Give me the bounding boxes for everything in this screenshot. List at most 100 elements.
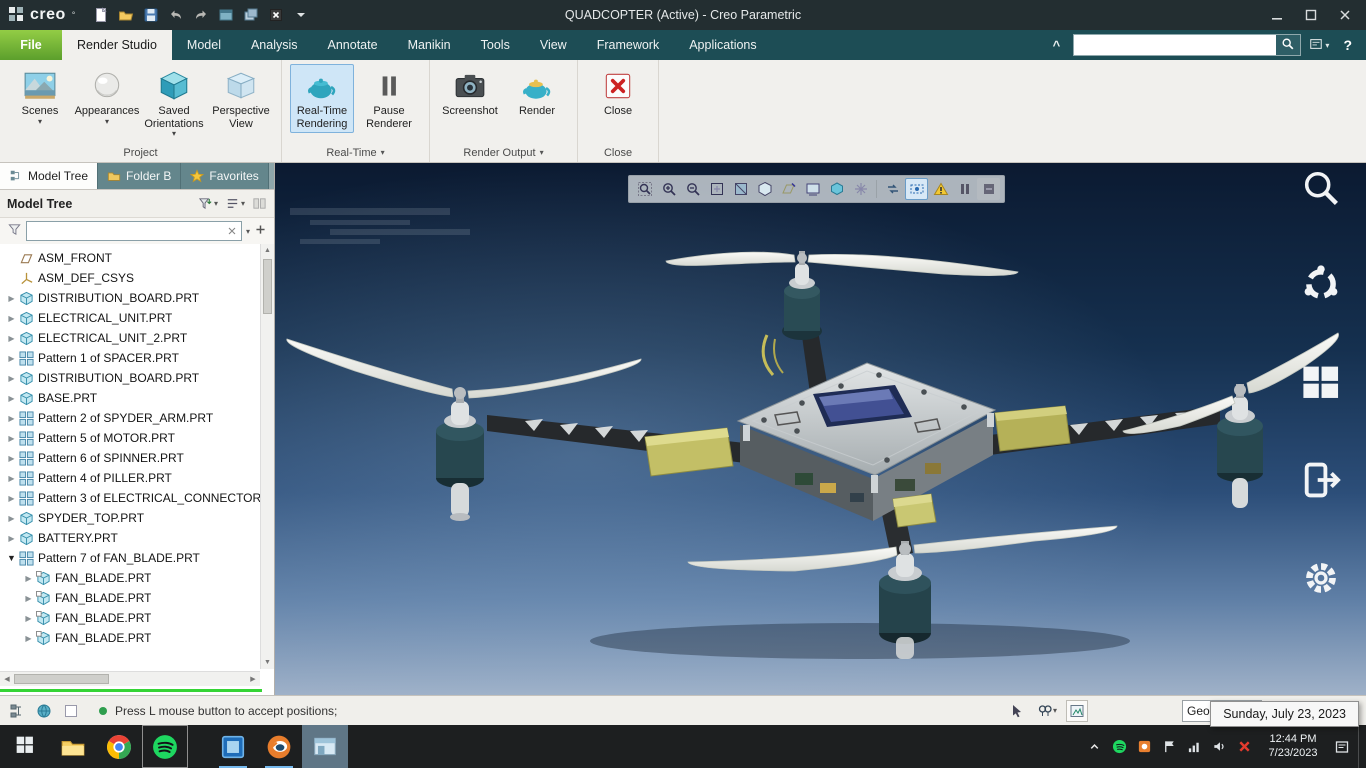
alert-tray[interactable]	[1235, 738, 1253, 756]
tree-item[interactable]: ▼Pattern 7 of FAN_BLADE.PRT	[0, 548, 260, 568]
pause-renderer-button[interactable]: Pause Renderer	[357, 64, 421, 133]
tree-expand-arrow[interactable]: ▶	[4, 394, 19, 403]
hidden-icons-button[interactable]	[1085, 738, 1103, 756]
tree-expand-arrow[interactable]: ▶	[4, 354, 19, 363]
clear-search-icon[interactable]	[226, 225, 241, 237]
select-mode-button[interactable]	[1006, 700, 1028, 722]
preview-window-button[interactable]	[1066, 700, 1088, 722]
blank-toggle[interactable]	[60, 700, 82, 722]
browser-toggle[interactable]	[33, 700, 55, 722]
scroll-left-arrow[interactable]: ◀	[0, 675, 14, 683]
tree-item[interactable]: ▶ELECTRICAL_UNIT_2.PRT	[0, 328, 260, 348]
vertical-scroll-thumb[interactable]	[263, 259, 272, 314]
save-button[interactable]	[141, 5, 161, 25]
tab-tools[interactable]: Tools	[466, 30, 525, 60]
tree-item[interactable]: ASM_FRONT	[0, 248, 260, 268]
render-canvas[interactable]	[275, 163, 1366, 695]
collapse-ribbon-button[interactable]: ^	[1047, 38, 1065, 53]
tree-filter-button[interactable]: ▾	[198, 196, 218, 211]
tree-expand-arrow[interactable]: ▶	[21, 614, 36, 623]
tab-model[interactable]: Model	[172, 30, 236, 60]
zoom-in-button[interactable]	[657, 178, 680, 200]
network-tray[interactable]	[1185, 738, 1203, 756]
show-desktop-strip[interactable]	[1358, 725, 1364, 768]
tree-item[interactable]: ▶ELECTRICAL_UNIT.PRT	[0, 308, 260, 328]
tree-settings-button[interactable]: ▾	[225, 196, 245, 211]
stop-button[interactable]	[977, 178, 1000, 200]
signout-shortcut[interactable]	[1298, 457, 1344, 503]
tree-expand-arrow[interactable]: ▶	[4, 314, 19, 323]
graphics-area[interactable]	[275, 163, 1366, 695]
zoom-region-button[interactable]	[633, 178, 656, 200]
app-grid-icon[interactable]	[8, 6, 24, 25]
render-region-button[interactable]	[905, 178, 928, 200]
tree-item[interactable]: ASM_DEF_CSYS	[0, 268, 260, 288]
saved-view-button[interactable]	[801, 178, 824, 200]
file-explorer-app[interactable]	[50, 725, 96, 768]
tab-view[interactable]: View	[525, 30, 582, 60]
filter-funnel-icon[interactable]	[7, 222, 22, 240]
undo-button[interactable]	[166, 5, 186, 25]
search-options-button[interactable]: ▾	[1309, 37, 1329, 54]
new-file-button[interactable]	[91, 5, 111, 25]
warning-button[interactable]	[929, 178, 952, 200]
shade-button[interactable]	[729, 178, 752, 200]
action-center-icon[interactable]	[1333, 738, 1351, 756]
real-time-rendering-button[interactable]: Real-Time Rendering	[290, 64, 354, 133]
tree-expand-arrow[interactable]: ▶	[4, 294, 19, 303]
tab-file[interactable]: File	[0, 30, 62, 60]
tab-applications[interactable]: Applications	[674, 30, 771, 60]
blue-window-app[interactable]	[210, 725, 256, 768]
creo-app[interactable]	[302, 725, 348, 768]
customize-toolbar-button[interactable]	[291, 5, 311, 25]
redo-button[interactable]	[191, 5, 211, 25]
tree-expand-arrow[interactable]: ▶	[4, 414, 19, 423]
regenerate-button[interactable]	[216, 5, 236, 25]
tree-item[interactable]: ▶Pattern 1 of SPACER.PRT	[0, 348, 260, 368]
appearances-button[interactable]: Appearances▾	[75, 64, 139, 129]
tree-columns-button[interactable]	[252, 196, 267, 211]
add-filter-button[interactable]	[254, 223, 267, 239]
panel-tab-favorites[interactable]: Favorites	[181, 163, 268, 189]
pause-button[interactable]	[953, 178, 976, 200]
tree-item[interactable]: ▶Pattern 4 of PILLER.PRT	[0, 468, 260, 488]
blender-app[interactable]	[256, 725, 302, 768]
perspective-view-button[interactable]: Perspective View	[209, 64, 273, 133]
volume-tray[interactable]	[1210, 738, 1228, 756]
tab-analysis[interactable]: Analysis	[236, 30, 313, 60]
tree-item[interactable]: ▶Pattern 6 of SPINNER.PRT	[0, 448, 260, 468]
tree-expand-arrow[interactable]: ▶	[4, 494, 19, 503]
tab-annotate[interactable]: Annotate	[313, 30, 393, 60]
tab-manikin[interactable]: Manikin	[393, 30, 466, 60]
refit-button[interactable]	[705, 178, 728, 200]
tree-item[interactable]: ▶Pattern 3 of ELECTRICAL_CONNECTOR.PI	[0, 488, 260, 508]
open-file-button[interactable]	[116, 5, 136, 25]
tree-expand-arrow[interactable]: ▶	[4, 454, 19, 463]
saved-orientations-button[interactable]: Saved Orientations▾	[142, 64, 206, 141]
tree-item[interactable]: ▶BATTERY.PRT	[0, 528, 260, 548]
tree-item[interactable]: ▶SPYDER_TOP.PRT	[0, 508, 260, 528]
tree-expand-arrow[interactable]: ▶	[4, 474, 19, 483]
tree-expand-arrow[interactable]: ▼	[4, 553, 19, 563]
datum-display-button[interactable]	[777, 178, 800, 200]
search-input[interactable]	[1074, 35, 1276, 55]
horizontal-scroll-thumb[interactable]	[14, 674, 109, 684]
chrome-app[interactable]	[96, 725, 142, 768]
tree-item[interactable]: ▶Pattern 2 of SPYDER_ARM.PRT	[0, 408, 260, 428]
tree-vertical-scrollbar[interactable]: ▲ ▼	[260, 244, 274, 669]
close-window-button[interactable]	[266, 5, 286, 25]
flip-button[interactable]	[881, 178, 904, 200]
tab-render-studio[interactable]: Render Studio	[62, 30, 172, 60]
panel-tab-folder-b[interactable]: Folder B	[98, 163, 181, 189]
tree-item[interactable]: ▶BASE.PRT	[0, 388, 260, 408]
tree-expand-arrow[interactable]: ▶	[21, 594, 36, 603]
search-icon[interactable]	[1276, 35, 1300, 55]
spotify-app[interactable]	[142, 725, 188, 768]
filter-dropdown-caret[interactable]: ▾	[246, 227, 250, 236]
tree-search-input[interactable]	[27, 224, 226, 238]
tree-item[interactable]: ▶FAN_BLADE.PRT	[0, 568, 260, 588]
zoom-out-button[interactable]	[681, 178, 704, 200]
effects-button[interactable]	[849, 178, 872, 200]
scenes-button[interactable]: Scenes▾	[8, 64, 72, 129]
scroll-up-arrow[interactable]: ▲	[261, 244, 274, 257]
